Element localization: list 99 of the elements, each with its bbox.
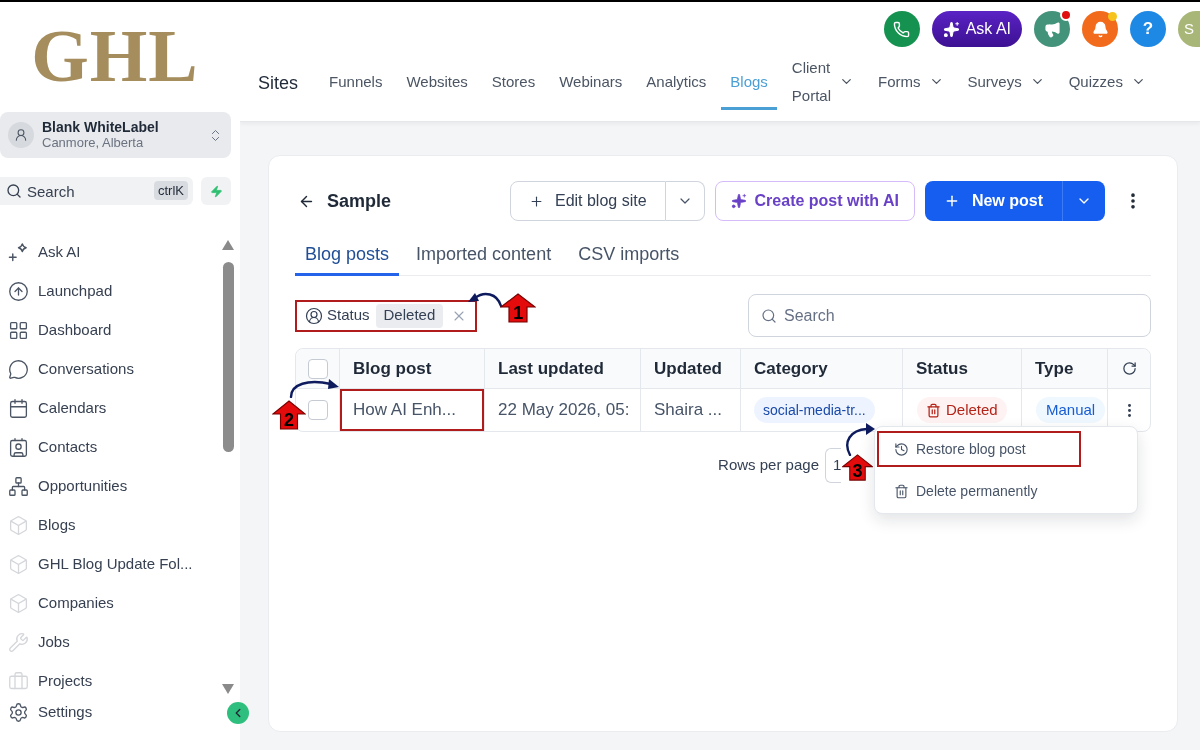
quick-action-button[interactable] [201, 177, 231, 205]
nav-item[interactable]: Dashboard [0, 311, 222, 350]
history-icon [894, 441, 909, 457]
account-location: Canmore, Alberta [42, 135, 145, 151]
settings-icon [8, 701, 29, 723]
wrench-icon [8, 632, 29, 653]
step-marker: 2 [272, 400, 306, 430]
column-header: Updated [641, 349, 741, 388]
plus-icon [528, 193, 544, 209]
nav-item[interactable]: Projects [0, 662, 222, 701]
search-field[interactable]: Search [748, 294, 1151, 337]
cube-icon [8, 515, 29, 536]
user-icon [8, 122, 34, 148]
contact-card-icon [8, 437, 29, 458]
nav-item[interactable]: Opportunities [0, 467, 222, 506]
step-marker: 1 [500, 292, 537, 323]
cube-icon [8, 554, 29, 575]
category-tag: social-media-tr... [754, 397, 875, 423]
step-marker: 3 [842, 454, 873, 481]
lightning-icon [209, 184, 223, 198]
nav-tab[interactable]: Stores [482, 56, 545, 110]
table-cell: Shaira ... [641, 389, 741, 431]
briefcase-icon [8, 671, 29, 692]
account-name: Blank WhiteLabel [42, 119, 159, 135]
status-badge: Deleted [917, 397, 1007, 423]
tab[interactable]: Imported content [406, 236, 562, 276]
menu-item[interactable]: Restore blog post [877, 431, 1081, 467]
nav-tab[interactable]: Forms [869, 56, 953, 110]
ai-button[interactable]: Create post with AI [714, 181, 915, 221]
rows-per-page-label: Rows per page [718, 455, 819, 476]
nav-tab[interactable]: Analytics [637, 56, 716, 110]
nav-tab[interactable]: Client Portal [782, 56, 863, 110]
column-header: Category [741, 349, 903, 388]
tab[interactable]: Blog posts [295, 236, 400, 276]
nav-tab[interactable]: Quizzes [1059, 56, 1155, 110]
dropdown-toggle[interactable] [1062, 181, 1105, 221]
trash-icon [926, 402, 941, 418]
type-badge: Manual [1036, 397, 1106, 423]
page-title: Sample [327, 189, 392, 213]
filter-label: Status [327, 305, 370, 326]
grid-icon [8, 320, 29, 341]
scroll-down-icon[interactable] [222, 684, 234, 694]
nav-item[interactable]: Settings [0, 701, 99, 723]
sparkles-icon [730, 193, 747, 209]
nav-item[interactable]: Launchpad [0, 272, 222, 311]
nav-item[interactable]: Companies [0, 584, 222, 623]
search-icon [761, 308, 777, 324]
chat-bubble-icon [8, 359, 29, 380]
nav-tab[interactable]: Webinars [550, 56, 632, 110]
cube-icon [8, 593, 29, 614]
checkbox[interactable] [307, 400, 328, 420]
page-size-select[interactable]: 1 [825, 448, 841, 483]
arrow-up-circle-icon [8, 281, 29, 302]
search-icon [6, 183, 22, 199]
nav-item[interactable]: Conversations [0, 350, 222, 389]
bell-icon [1091, 20, 1109, 38]
menu-item[interactable]: Delete permanently [877, 473, 1081, 509]
column-header: Blog post [340, 349, 485, 388]
column-header: Status [903, 349, 1022, 388]
refresh-icon[interactable] [1121, 361, 1137, 376]
trash-icon [894, 483, 909, 499]
nav-item[interactable]: Ask AI [0, 233, 222, 272]
nav-item[interactable]: Jobs [0, 623, 222, 662]
account-switcher[interactable]: Blank WhiteLabel Canmore, Alberta [0, 112, 231, 158]
announcements-button[interactable] [1034, 11, 1070, 47]
scrollbar-thumb[interactable] [222, 262, 234, 452]
section-title: Sites [258, 71, 299, 95]
table-cell: 22 May 2026, 05: [485, 389, 641, 431]
phone-button[interactable] [883, 11, 920, 47]
nav-item[interactable]: Contacts [0, 428, 222, 467]
sparkle-plus-icon [8, 242, 29, 263]
help-button[interactable]: ? [1130, 11, 1166, 47]
sparkles-icon [942, 20, 960, 38]
curved-arrow-icon [288, 376, 340, 398]
primary-button[interactable]: New post [924, 181, 1062, 221]
column-header: Last updated [485, 349, 641, 388]
calendar-icon [8, 398, 29, 419]
logo: GHL [31, 19, 199, 93]
megaphone-icon [1043, 20, 1061, 38]
scroll-up-icon[interactable] [222, 240, 234, 250]
nav-tab[interactable]: Surveys [958, 56, 1054, 110]
network-icon [8, 476, 29, 497]
ask-ai-button[interactable]: Ask AI [931, 11, 1022, 47]
phone-icon [893, 20, 911, 38]
nav-tab[interactable]: Funnels [320, 56, 392, 110]
checkbox[interactable] [307, 358, 328, 379]
collapse-button[interactable] [227, 702, 249, 724]
shortcut-key: ctrlK [154, 181, 188, 200]
notifications-button[interactable] [1082, 11, 1118, 47]
post-title[interactable]: How AI Enh... [353, 397, 456, 423]
user-circle-icon [305, 306, 323, 325]
nav-tab[interactable]: Websites [397, 56, 477, 110]
nav-item[interactable]: GHL Blog Update Fol... [0, 545, 222, 584]
filter-value: Deleted [375, 303, 444, 328]
column-header: Type [1022, 349, 1108, 388]
nav-item[interactable]: Blogs [0, 506, 222, 545]
tab[interactable]: CSV imports [568, 236, 690, 276]
nav-item[interactable]: Calendars [0, 389, 222, 428]
secondary-button[interactable]: Edit blog site [509, 181, 666, 221]
